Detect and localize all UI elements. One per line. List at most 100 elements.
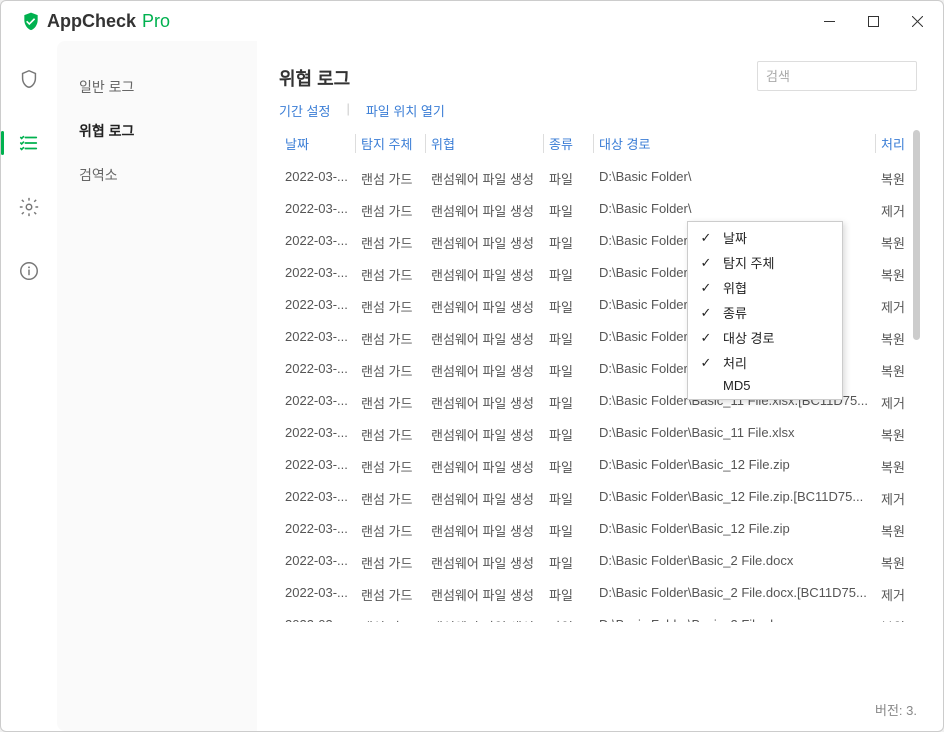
open-file-location-link[interactable]: 파일 위치 열기	[366, 101, 445, 120]
cell: 랜섬 가드	[355, 165, 425, 192]
cell: D:\Basic Folder\Basic_2 File.docx	[593, 613, 875, 623]
cell: 2022-03-...	[279, 325, 355, 352]
minimize-button[interactable]	[807, 4, 851, 38]
cell: 랜섬 가드	[355, 389, 425, 416]
ctx-item-2[interactable]: ✓ 위협	[691, 275, 839, 300]
cell: 랜섬 가드	[355, 229, 425, 256]
cell: 랜섬웨어 파일 생성	[425, 325, 543, 352]
th-threat[interactable]: 위협	[425, 130, 543, 157]
nav-info[interactable]	[11, 253, 47, 289]
cell: 랜섬 가드	[355, 325, 425, 352]
cell: 랜섬 가드	[355, 517, 425, 544]
ctx-item-label: 탐지 주체	[723, 253, 774, 272]
cell: 2022-03-...	[279, 517, 355, 544]
cell: 랜섬 가드	[355, 453, 425, 480]
cell: D:\Basic Folder\Basic_11 File.xlsx	[593, 421, 875, 448]
scrollbar[interactable]	[913, 130, 921, 731]
cell: 랜섬웨어 파일 생성	[425, 517, 543, 544]
check-icon: ✓	[699, 280, 713, 296]
cell: 랜섬웨어 파일 생성	[425, 453, 543, 480]
th-path[interactable]: 대상 경로	[593, 130, 875, 157]
cell: 랜섬웨어 파일 생성	[425, 581, 543, 608]
nav-logs[interactable]	[11, 125, 47, 161]
cell: 2022-03-...	[279, 229, 355, 256]
cell: 랜섬 가드	[355, 261, 425, 288]
cell: 랜섬 가드	[355, 293, 425, 320]
ctx-item-label: 위협	[723, 278, 747, 297]
cell: 랜섬웨어 파일 생성	[425, 485, 543, 512]
cell: 파일	[543, 549, 593, 576]
cell: 랜섬웨어 파일 생성	[425, 261, 543, 288]
cell: 2022-03-...	[279, 485, 355, 512]
sidebar-item-2[interactable]: 검역소	[57, 153, 257, 197]
ctx-item-4[interactable]: ✓대상 경로	[691, 325, 839, 350]
cell: 파일	[543, 197, 593, 224]
check-icon: ✓	[699, 355, 713, 371]
maximize-button[interactable]	[851, 4, 895, 38]
ctx-item-1[interactable]: ✓탐지 주체	[691, 250, 839, 275]
cell: D:\Basic Folder\Basic_12 File.zip.[BC11D…	[593, 485, 875, 512]
close-button[interactable]	[895, 4, 939, 38]
ctx-item-3[interactable]: ✓종류	[691, 300, 839, 325]
check-icon: ✓	[699, 230, 713, 246]
cell: 랜섬 가드	[355, 421, 425, 448]
app-edition: Pro	[142, 11, 170, 32]
cell: 2022-03-...	[279, 293, 355, 320]
cell: 2022-03-...	[279, 389, 355, 416]
cell: 파일	[543, 229, 593, 256]
cell: 2022-03-...	[279, 613, 355, 623]
cell: 파일	[543, 421, 593, 448]
cell: 파일	[543, 357, 593, 384]
column-context-menu: ✓날짜✓탐지 주체✓위협✓종류✓대상 경로✓처리MD5	[687, 221, 843, 400]
cell: 랜섬 가드	[355, 485, 425, 512]
sidebar: 일반 로그위협 로그검역소	[57, 41, 257, 731]
cell: 랜섬 가드	[355, 613, 425, 623]
title-bar: AppCheckPro	[1, 1, 943, 41]
table-row[interactable]: 2022-03-...랜섬 가드랜섬웨어 파일 생성파일D:\Basic Fol…	[279, 514, 923, 546]
search-input[interactable]	[757, 61, 917, 91]
ctx-item-label: 처리	[723, 353, 747, 372]
cell: 랜섬웨어 파일 생성	[425, 613, 543, 623]
cell: D:\Basic Folder\Basic_2 File.docx	[593, 549, 875, 576]
table-row[interactable]: 2022-03-...랜섬 가드랜섬웨어 파일 생성파일D:\Basic Fol…	[279, 482, 923, 514]
table-row[interactable]: 2022-03-...랜섬 가드랜섬웨어 파일 생성파일D:\Basic Fol…	[279, 610, 923, 622]
cell: 2022-03-...	[279, 197, 355, 224]
shield-icon	[18, 68, 40, 90]
cell: 랜섬웨어 파일 생성	[425, 197, 543, 224]
app-logo: AppCheckPro	[21, 11, 170, 32]
period-settings-link[interactable]: 기간 설정	[279, 101, 330, 120]
table-row[interactable]: 2022-03-...랜섬 가드랜섬웨어 파일 생성파일D:\Basic Fol…	[279, 162, 923, 194]
cell: 랜섬웨어 파일 생성	[425, 293, 543, 320]
check-icon: ✓	[699, 330, 713, 346]
cell: 파일	[543, 293, 593, 320]
th-date[interactable]: 날짜	[279, 130, 355, 157]
cell: 파일	[543, 581, 593, 608]
cell: 랜섬웨어 파일 생성	[425, 549, 543, 576]
ctx-item-6[interactable]: MD5	[691, 375, 839, 396]
cell: 랜섬 가드	[355, 581, 425, 608]
nav-settings[interactable]	[11, 189, 47, 225]
cell: 2022-03-...	[279, 421, 355, 448]
ctx-item-0[interactable]: ✓날짜	[691, 225, 839, 250]
info-icon	[18, 260, 40, 282]
cell: 파일	[543, 261, 593, 288]
nav-shield[interactable]	[11, 61, 47, 97]
cell: 2022-03-...	[279, 261, 355, 288]
sidebar-item-0[interactable]: 일반 로그	[57, 65, 257, 109]
table-row[interactable]: 2022-03-...랜섬 가드랜섬웨어 파일 생성파일D:\Basic Fol…	[279, 546, 923, 578]
list-icon	[18, 132, 40, 154]
cell: D:\Basic Folder\	[593, 165, 875, 192]
cell: D:\Basic Folder\	[593, 197, 875, 224]
cell: 파일	[543, 325, 593, 352]
table-row[interactable]: 2022-03-...랜섬 가드랜섬웨어 파일 생성파일D:\Basic Fol…	[279, 578, 923, 610]
th-type[interactable]: 종류	[543, 130, 593, 157]
check-icon: ✓	[699, 305, 713, 321]
ctx-item-5[interactable]: ✓ 처리	[691, 350, 839, 375]
cell: D:\Basic Folder\Basic_12 File.zip	[593, 517, 875, 544]
th-subject[interactable]: 탐지 주체	[355, 130, 425, 157]
table-row[interactable]: 2022-03-...랜섬 가드랜섬웨어 파일 생성파일D:\Basic Fol…	[279, 418, 923, 450]
sidebar-item-1[interactable]: 위협 로그	[57, 109, 257, 153]
table-header: 날짜 탐지 주체 위협 종류 대상 경로 처리	[279, 130, 923, 162]
scroll-thumb[interactable]	[913, 130, 920, 340]
table-row[interactable]: 2022-03-...랜섬 가드랜섬웨어 파일 생성파일D:\Basic Fol…	[279, 450, 923, 482]
